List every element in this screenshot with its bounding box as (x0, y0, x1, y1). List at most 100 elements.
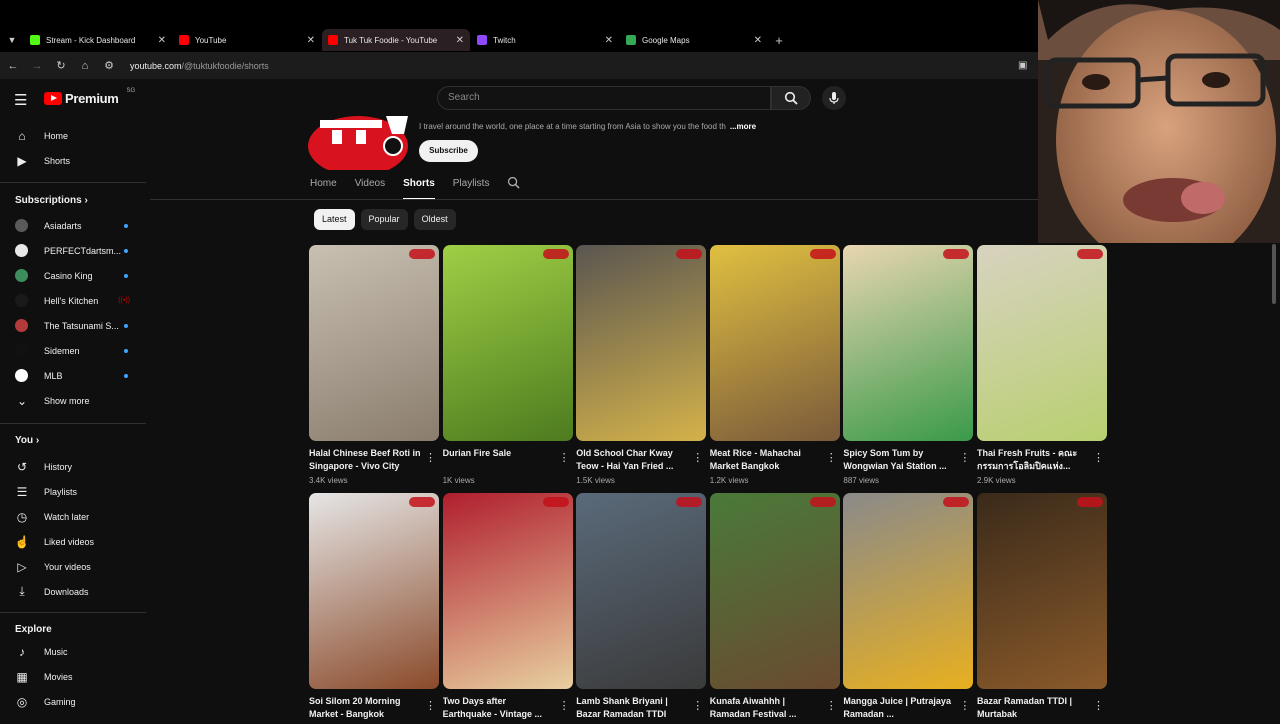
more-options-icon[interactable]: ⋮ (826, 451, 837, 464)
short-card[interactable]: Halal Chinese Beef Roti in Singapore - V… (309, 245, 439, 485)
short-title[interactable]: Halal Chinese Beef Roti in Singapore - V… (309, 447, 423, 473)
close-tab-icon[interactable]: ✕ (605, 35, 613, 46)
more-options-icon[interactable]: ⋮ (826, 699, 837, 712)
short-thumbnail[interactable] (309, 493, 439, 689)
short-card[interactable]: Bazar Ramadan TTDI | Murtabak ⋮ (977, 493, 1107, 724)
more-options-icon[interactable]: ⋮ (559, 699, 570, 712)
filter-chip-latest[interactable]: Latest (314, 209, 355, 230)
back-icon[interactable]: ← (2, 60, 24, 72)
more-options-icon[interactable]: ⋮ (1093, 699, 1104, 712)
close-tab-icon[interactable]: ✕ (456, 35, 464, 46)
channel-search-icon[interactable] (507, 176, 521, 200)
you-heading[interactable]: You › (15, 435, 39, 446)
short-thumbnail[interactable] (843, 245, 974, 441)
short-thumbnail[interactable] (709, 245, 840, 441)
home-browser-icon[interactable]: ⌂ (74, 60, 96, 72)
short-title[interactable]: Meat Rice - Mahachai Market Bangkok (710, 447, 824, 473)
short-thumbnail[interactable] (576, 245, 707, 441)
short-thumbnail[interactable] (977, 493, 1107, 689)
short-card[interactable]: Lamb Shank Briyani | Bazar Ramadan TTDI ⋮ (576, 493, 707, 724)
short-title[interactable]: Bazar Ramadan TTDI | Murtabak (977, 695, 1091, 721)
close-tab-icon[interactable]: ✕ (158, 35, 166, 46)
short-card[interactable]: Old School Char Kway Teow - Hai Yan Frie… (576, 245, 707, 485)
more-options-icon[interactable]: ⋮ (425, 451, 436, 464)
short-title[interactable]: Lamb Shank Briyani | Bazar Ramadan TTDI (576, 695, 690, 721)
sidebar-item-playlists[interactable]: ☰ Playlists (0, 479, 146, 504)
more-options-icon[interactable]: ⋮ (959, 699, 970, 712)
sidebar-subscription[interactable]: Hell's Kitchen ((•)) (0, 288, 146, 313)
short-title[interactable]: Thai Fresh Fruits - คณะกรรมการโอลิมปิคแห… (977, 447, 1091, 473)
cast-icon[interactable]: ▣ (1018, 60, 1027, 71)
subscriptions-heading[interactable]: Subscriptions › (15, 195, 88, 206)
sidebar-subscription[interactable]: Casino King (0, 263, 146, 288)
close-tab-icon[interactable]: ✕ (307, 35, 315, 46)
short-card[interactable]: Kunafa Aiwahhh | Ramadan Festival ... ⋮ (709, 493, 840, 724)
short-card[interactable]: Durian Fire Sale 1K views ⋮ (442, 245, 573, 485)
more-options-icon[interactable]: ⋮ (425, 699, 436, 712)
show-more-button[interactable]: ⌄ Show more (0, 388, 146, 413)
sidebar-subscription[interactable]: PERFECTdartsm... (0, 238, 146, 263)
sidebar-item-music[interactable]: ♪ Music (0, 639, 146, 664)
short-thumbnail[interactable] (843, 493, 974, 689)
short-thumbnail[interactable] (442, 245, 573, 441)
short-thumbnail[interactable] (977, 245, 1107, 441)
site-settings-icon[interactable]: ⚙ (98, 59, 120, 72)
close-tab-icon[interactable]: ✕ (754, 35, 762, 46)
tab-list-dropdown-icon[interactable]: ▼ (0, 29, 24, 51)
sidebar-item-gaming[interactable]: ◎ Gaming (0, 689, 146, 714)
short-card[interactable]: Soi Silom 20 Morning Market - Bangkok ⋮ (309, 493, 439, 724)
sidebar-item-home[interactable]: ⌂ Home (0, 123, 146, 148)
short-card[interactable]: Thai Fresh Fruits - คณะกรรมการโอลิมปิคแห… (977, 245, 1107, 485)
subscribe-button[interactable]: Subscribe (419, 140, 478, 162)
browser-tab[interactable]: Tuk Tuk Foodie - YouTube ✕ (322, 29, 470, 51)
sidebar-subscription[interactable]: The Tatsunami S... (0, 313, 146, 338)
reload-icon[interactable]: ↻ (50, 59, 72, 72)
sidebar-subscription[interactable]: Asiadarts (0, 213, 146, 238)
more-options-icon[interactable]: ⋮ (959, 451, 970, 464)
more-link[interactable]: ...more (730, 122, 756, 131)
sidebar-item-shorts[interactable]: ▶ Shorts (0, 148, 146, 173)
more-options-icon[interactable]: ⋮ (1093, 451, 1104, 464)
more-options-icon[interactable]: ⋮ (692, 699, 703, 712)
tab-videos[interactable]: Videos (355, 176, 385, 200)
sidebar-subscription[interactable]: Sidemen (0, 338, 146, 363)
sidebar-item-your-videos[interactable]: ▷ Your videos (0, 554, 146, 579)
page-scrollbar[interactable] (1272, 244, 1276, 304)
sidebar-item-movies[interactable]: ▦ Movies (0, 664, 146, 689)
voice-search-button[interactable] (822, 86, 846, 110)
short-card[interactable]: Mangga Juice | Putrajaya Ramadan ... ⋮ (843, 493, 974, 724)
more-options-icon[interactable]: ⋮ (559, 451, 570, 464)
sidebar-item-history[interactable]: ↺ History (0, 454, 146, 479)
short-title[interactable]: Two Days after Earthquake - Vintage ... (443, 695, 557, 721)
youtube-logo[interactable]: Premium SG (44, 88, 135, 106)
url-field[interactable]: youtube.com/@tuktukfoodie/shorts (130, 61, 269, 71)
new-tab-icon[interactable]: + (769, 33, 789, 48)
search-button[interactable] (771, 86, 811, 110)
browser-tab[interactable]: Twitch ✕ (471, 29, 619, 51)
browser-tab[interactable]: YouTube ✕ (173, 29, 321, 51)
sidebar-item-downloads[interactable]: ⤓ Downloads (0, 579, 146, 604)
short-card[interactable]: Spicy Som Tum by Wongwian Yai Station ..… (843, 245, 974, 485)
short-card[interactable]: Two Days after Earthquake - Vintage ... ⋮ (442, 493, 573, 724)
tab-playlists[interactable]: Playlists (453, 176, 490, 200)
more-options-icon[interactable]: ⋮ (692, 451, 703, 464)
tab-home[interactable]: Home (310, 176, 337, 200)
short-title[interactable]: Mangga Juice | Putrajaya Ramadan ... (843, 695, 957, 721)
short-card[interactable]: Meat Rice - Mahachai Market Bangkok 1.2K … (709, 245, 840, 485)
browser-tab[interactable]: Google Maps ✕ (620, 29, 768, 51)
short-title[interactable]: Durian Fire Sale (443, 447, 557, 473)
sidebar-item-liked-videos[interactable]: ☝ Liked videos (0, 529, 146, 554)
browser-tab[interactable]: Stream - Kick Dashboard ✕ (24, 29, 172, 51)
tab-shorts[interactable]: Shorts (403, 176, 435, 200)
short-title[interactable]: Spicy Som Tum by Wongwian Yai Station ..… (843, 447, 957, 473)
menu-icon[interactable]: ☰ (14, 91, 27, 109)
sidebar-item-watch-later[interactable]: ◷ Watch later (0, 504, 146, 529)
search-input[interactable]: Search (437, 86, 771, 110)
short-title[interactable]: Kunafa Aiwahhh | Ramadan Festival ... (710, 695, 824, 721)
short-thumbnail[interactable] (442, 493, 573, 689)
forward-icon[interactable]: → (26, 60, 48, 72)
short-thumbnail[interactable] (309, 245, 439, 441)
sidebar-subscription[interactable]: MLB (0, 363, 146, 388)
filter-chip-oldest[interactable]: Oldest (413, 209, 456, 230)
filter-chip-popular[interactable]: Popular (360, 209, 408, 230)
